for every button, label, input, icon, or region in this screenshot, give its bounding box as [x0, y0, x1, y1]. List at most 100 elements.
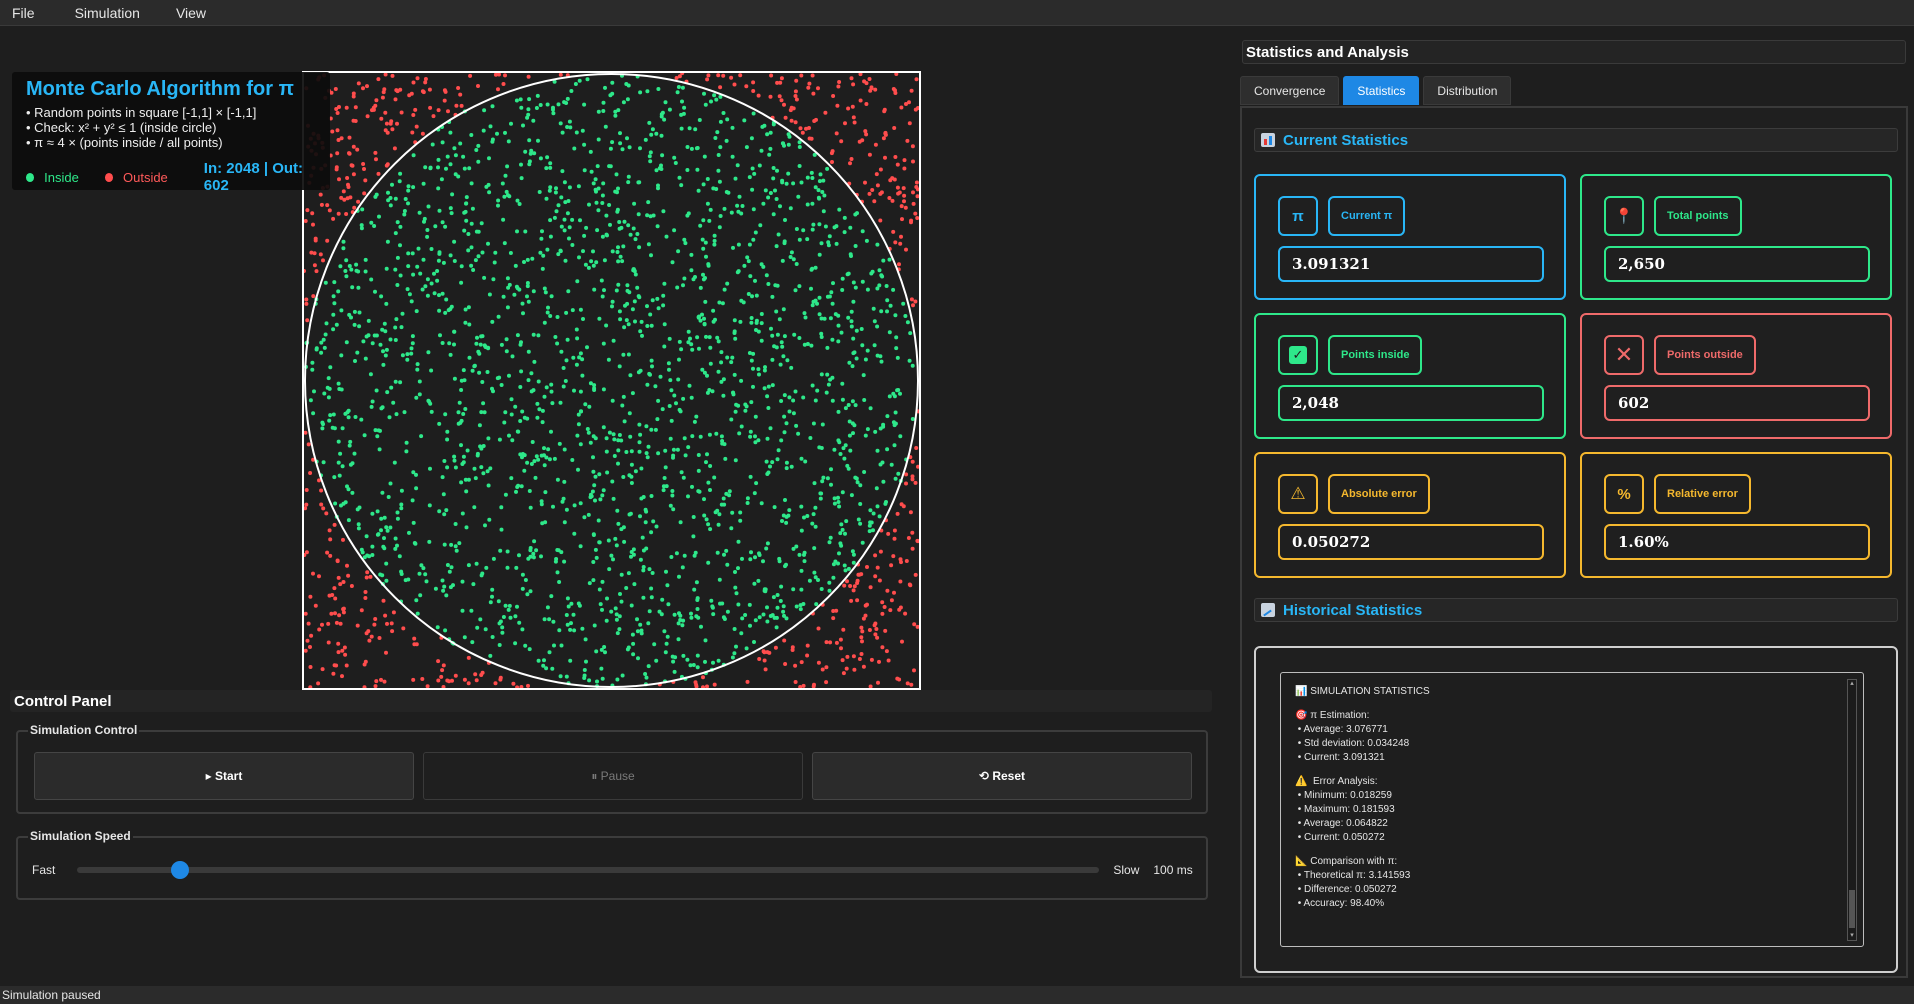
- inside-point: [739, 211, 744, 216]
- inside-point: [528, 554, 533, 559]
- inside-point: [319, 350, 324, 355]
- inside-point: [486, 241, 490, 246]
- inside-point: [837, 504, 842, 509]
- inside-point: [682, 105, 687, 110]
- inside-point: [448, 130, 453, 135]
- inside-point: [334, 322, 339, 327]
- inside-point: [505, 549, 510, 554]
- inside-point: [375, 434, 380, 439]
- inside-point: [529, 371, 534, 376]
- inside-point: [774, 197, 779, 201]
- inside-point: [347, 264, 352, 268]
- pause-button[interactable]: ⏸ Pause: [423, 752, 803, 800]
- outside-point: [333, 87, 338, 91]
- inside-point: [860, 343, 865, 348]
- inside-point: [463, 477, 468, 482]
- outside-point: [902, 193, 907, 198]
- inside-point: [676, 85, 681, 89]
- inside-point: [846, 566, 851, 571]
- outside-point: [867, 191, 872, 196]
- inside-point: [336, 381, 341, 386]
- outside-point: [443, 89, 448, 94]
- inside-point: [611, 496, 616, 501]
- outside-point: [327, 528, 332, 533]
- inside-point: [688, 663, 693, 668]
- inside-point: [544, 455, 549, 460]
- inside-point: [702, 513, 707, 518]
- speed-slider[interactable]: [77, 861, 1100, 879]
- reset-button[interactable]: ⟲ Reset: [812, 752, 1192, 800]
- menu-view[interactable]: View: [176, 5, 206, 21]
- inside-point: [758, 223, 763, 228]
- inside-point: [780, 178, 785, 183]
- inside-point: [626, 180, 631, 185]
- scroll-down-arrow-icon[interactable]: ▾: [1848, 932, 1856, 940]
- inside-point: [601, 341, 606, 346]
- inside-point: [805, 175, 810, 180]
- inside-point: [580, 373, 585, 378]
- outside-point: [738, 73, 743, 78]
- inside-point: [645, 89, 650, 94]
- inside-point: [843, 406, 848, 411]
- inside-point: [858, 483, 863, 488]
- inside-point: [635, 617, 639, 622]
- inside-point: [717, 300, 722, 305]
- start-button[interactable]: ▸ Start: [34, 752, 414, 800]
- inside-point: [817, 295, 822, 300]
- inside-point: [521, 311, 525, 316]
- inside-point: [620, 673, 625, 678]
- speed-slider-thumb[interactable]: [170, 861, 189, 879]
- outside-point: [860, 629, 865, 634]
- tab-distribution[interactable]: Distribution: [1423, 76, 1512, 105]
- history-scrollbar[interactable]: ▴ ▾: [1847, 679, 1857, 941]
- inside-point: [842, 230, 847, 235]
- inside-point: [662, 344, 667, 349]
- inside-point: [525, 460, 530, 465]
- inside-point: [522, 415, 527, 420]
- menu-simulation[interactable]: Simulation: [75, 5, 140, 21]
- scroll-thumb[interactable]: [1849, 890, 1855, 928]
- inside-point: [580, 128, 585, 133]
- outside-point: [309, 633, 314, 638]
- inside-point: [701, 246, 706, 251]
- inside-point: [311, 411, 316, 416]
- inside-point: [772, 505, 777, 510]
- inside-point: [753, 555, 757, 560]
- inside-point: [821, 178, 826, 183]
- inside-point: [696, 315, 701, 319]
- inside-point: [676, 377, 681, 382]
- outside-point: [744, 84, 749, 89]
- inside-point: [605, 470, 610, 475]
- inside-point: [346, 408, 351, 413]
- inside-point: [444, 297, 449, 302]
- inside-point: [749, 550, 753, 555]
- outside-point: [326, 621, 331, 626]
- inside-point: [398, 224, 403, 229]
- inside-point: [577, 255, 581, 260]
- inside-point: [643, 672, 648, 676]
- outside-point: [875, 183, 880, 188]
- inside-point: [583, 262, 588, 267]
- inside-point: [753, 414, 758, 419]
- inside-point: [645, 382, 650, 387]
- tab-convergence[interactable]: Convergence: [1240, 76, 1340, 105]
- inside-point: [846, 271, 851, 276]
- inside-point: [540, 420, 545, 425]
- inside-point: [868, 520, 873, 525]
- tab-statistics[interactable]: Statistics: [1343, 76, 1420, 105]
- inside-point: [776, 232, 781, 237]
- scroll-up-arrow-icon[interactable]: ▴: [1848, 680, 1856, 688]
- historical-statistics-text[interactable]: 📊 SIMULATION STATISTICS 🎯 π Estimation: …: [1280, 672, 1864, 947]
- inside-point: [625, 97, 630, 102]
- inside-point: [740, 616, 745, 621]
- current-pi-label: Current π: [1328, 196, 1406, 236]
- outside-point: [318, 252, 323, 257]
- inside-point: [542, 463, 547, 468]
- outside-point: [768, 94, 773, 99]
- inside-point: [892, 394, 897, 399]
- outside-point: [902, 199, 906, 204]
- outside-point: [341, 610, 346, 615]
- inside-point: [542, 286, 547, 291]
- menu-file[interactable]: File: [12, 5, 35, 21]
- inside-point: [406, 577, 411, 582]
